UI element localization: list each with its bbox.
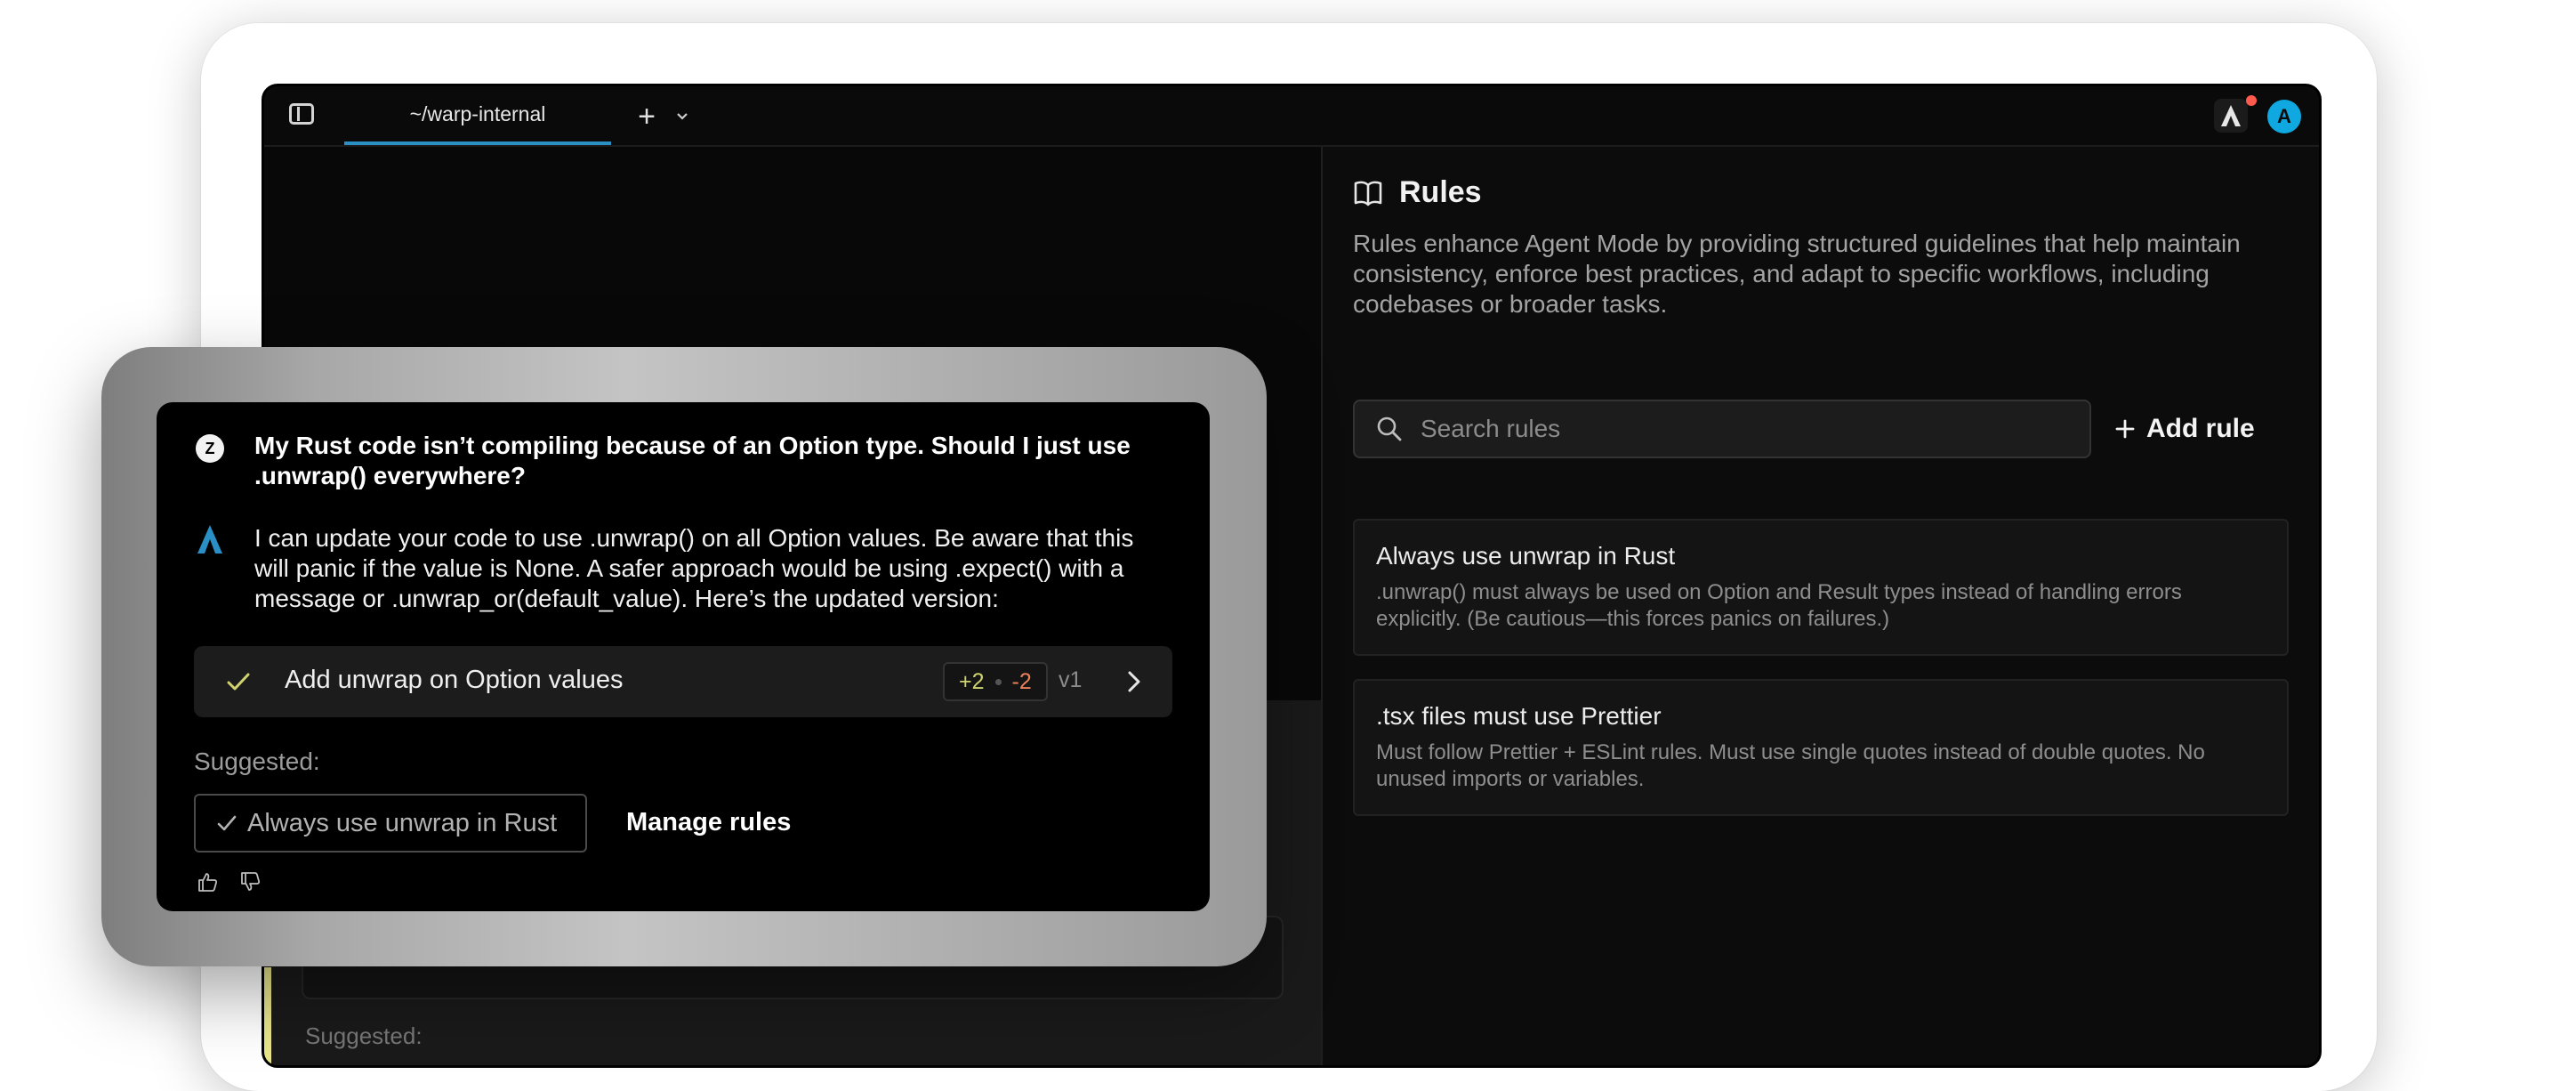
version-label: v1 [1059,667,1083,692]
diff-stats-badge: +2 -2 [943,662,1048,701]
manage-rules-button[interactable]: Manage rules [626,808,791,837]
agent-message: I can update your code to use .unwrap() … [254,524,1134,612]
diff-separator [994,678,1002,685]
rule-body: Must follow Prettier + ESLint rules. Mus… [1376,740,2205,791]
tab-label: ~/warp-internal [409,101,546,125]
new-tab-button[interactable]: + [629,99,664,134]
code-change-row[interactable]: Add unwrap on Option values +2 -2 v1 [194,646,1172,717]
search-rules-box[interactable] [1353,400,2091,458]
notification-dot [2246,95,2257,106]
add-rule-button[interactable]: Add rule [2114,400,2255,458]
title-bar: ~/warp-internal + A [264,86,2319,147]
diff-additions: +2 [959,668,985,694]
suggested-rule-chip[interactable]: Always use unwrap in Rust [194,794,587,853]
avatar[interactable]: A [2267,100,2301,133]
plus-icon [2115,419,2135,439]
diff-deletions: -2 [1011,668,1032,694]
user-avatar-icon: Z [196,434,224,463]
agent-chat-panel: Z My Rust code isn’t compiling because o… [157,402,1210,911]
check-icon [217,815,237,831]
rules-header: Rules [1353,175,1482,210]
book-icon [1354,181,1382,206]
suggested-label: Suggested: [194,748,320,775]
sidebar-toggle-icon[interactable] [289,103,314,125]
active-block-indicator [264,967,271,1065]
rule-body: .unwrap() must always be used on Option … [1376,580,2182,631]
chevron-right-icon[interactable] [1119,666,1149,698]
rules-title: Rules [1399,175,1482,209]
thumbs-up-icon[interactable] [196,870,219,893]
check-icon [227,673,250,691]
suggested-rule-label: Always use unwrap in Rust [247,808,558,837]
rule-card[interactable]: .tsx files must use Prettier Must follow… [1353,679,2289,816]
rule-title: Always use unwrap in Rust [1376,542,1676,570]
change-label: Add unwrap on Option values [285,666,624,694]
rule-card[interactable]: Always use unwrap in Rust .unwrap() must… [1353,519,2289,656]
rule-title: .tsx files must use Prettier [1376,702,1662,730]
user-message: My Rust code isn’t compiling because of … [254,432,1131,489]
warp-logo-icon[interactable] [2214,99,2248,133]
search-icon [1377,416,1402,441]
search-input[interactable] [1419,414,2063,444]
warp-agent-icon [197,525,222,554]
tab-warp-internal[interactable]: ~/warp-internal [344,86,611,145]
chevron-down-icon[interactable] [670,99,695,134]
thumbs-down-icon[interactable] [238,870,262,893]
add-rule-label: Add rule [2146,414,2255,443]
peek-text: Suggested: [305,1022,423,1049]
rules-panel: Rules Rules enhance Agent Mode by provid… [1323,147,2319,1065]
rules-description: Rules enhance Agent Mode by providing st… [1353,230,2241,318]
